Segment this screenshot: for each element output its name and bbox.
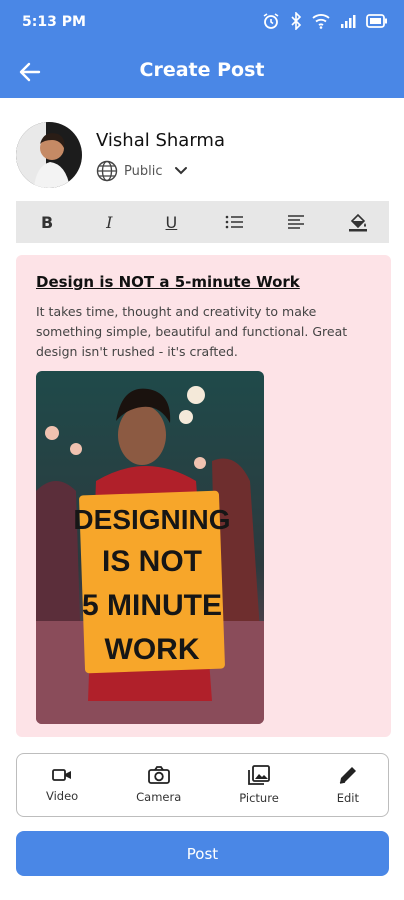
italic-button[interactable]: I (92, 205, 126, 239)
privacy-selector[interactable]: Public (96, 160, 188, 182)
sign-line-1: DESIGNING (73, 504, 230, 535)
sign-line-3: 5 MINUTE (82, 589, 222, 622)
post-button[interactable]: Post (16, 831, 389, 876)
post-image-art: DESIGNING IS NOT 5 MINUTE WORK (36, 371, 264, 724)
underline-button[interactable]: U (154, 205, 188, 239)
avatar-image (16, 122, 82, 188)
battery-icon (366, 14, 387, 28)
top-bar: 5:13 PM Create Post (0, 0, 404, 98)
post-content-card[interactable]: Design is NOT a 5-minute Work It takes t… (16, 255, 391, 737)
signal-icon (341, 15, 356, 28)
video-camera-icon (52, 769, 72, 781)
status-time: 5:13 PM (22, 14, 86, 30)
privacy-label: Public (124, 163, 163, 179)
camera-label: Camera (136, 790, 182, 804)
app-bar: Create Post (0, 48, 404, 94)
attachment-actions: Video Camera Picture Edit (16, 753, 389, 817)
wifi-icon (312, 14, 330, 29)
align-left-button[interactable] (279, 205, 313, 239)
bullet-list-button[interactable] (217, 205, 251, 239)
camera-button[interactable]: Camera (136, 766, 181, 804)
globe-icon (96, 160, 118, 182)
video-button[interactable]: Video (46, 767, 78, 803)
post-heading: Design is NOT a 5-minute Work (36, 273, 300, 291)
format-toolbar: B I U (16, 201, 389, 243)
author-name: Vishal Sharma (96, 130, 225, 151)
bold-icon: B (40, 212, 54, 232)
alarm-icon (263, 13, 279, 29)
underline-icon: U (165, 212, 178, 232)
italic-icon: I (106, 212, 113, 232)
status-bar: 5:13 PM (0, 0, 404, 44)
avatar[interactable] (16, 122, 82, 188)
post-image[interactable]: DESIGNING IS NOT 5 MINUTE WORK (36, 371, 264, 724)
sign-line-4: WORK (105, 633, 200, 666)
post-body: It takes time, thought and creativity to… (36, 304, 348, 359)
bullet-list-icon (225, 215, 243, 229)
picture-button[interactable]: Picture (239, 765, 279, 805)
fill-color-button[interactable] (341, 205, 375, 239)
bold-button[interactable]: B (30, 205, 64, 239)
post-author: Vishal Sharma Public (16, 122, 388, 192)
align-left-icon (287, 215, 304, 229)
camera-icon (147, 766, 170, 784)
status-icons (262, 12, 388, 30)
pencil-icon (339, 767, 356, 784)
image-icon (248, 765, 270, 785)
page-title: Create Post (139, 59, 265, 81)
picture-label: Picture (239, 791, 279, 805)
video-label: Video (45, 789, 79, 803)
bluetooth-icon (291, 12, 302, 30)
paint-bucket-icon (348, 213, 367, 232)
chevron-down-icon (175, 167, 188, 175)
edit-button[interactable]: Edit (337, 765, 359, 805)
edit-label: Edit (336, 791, 359, 805)
sign-line-2: IS NOT (102, 545, 202, 578)
